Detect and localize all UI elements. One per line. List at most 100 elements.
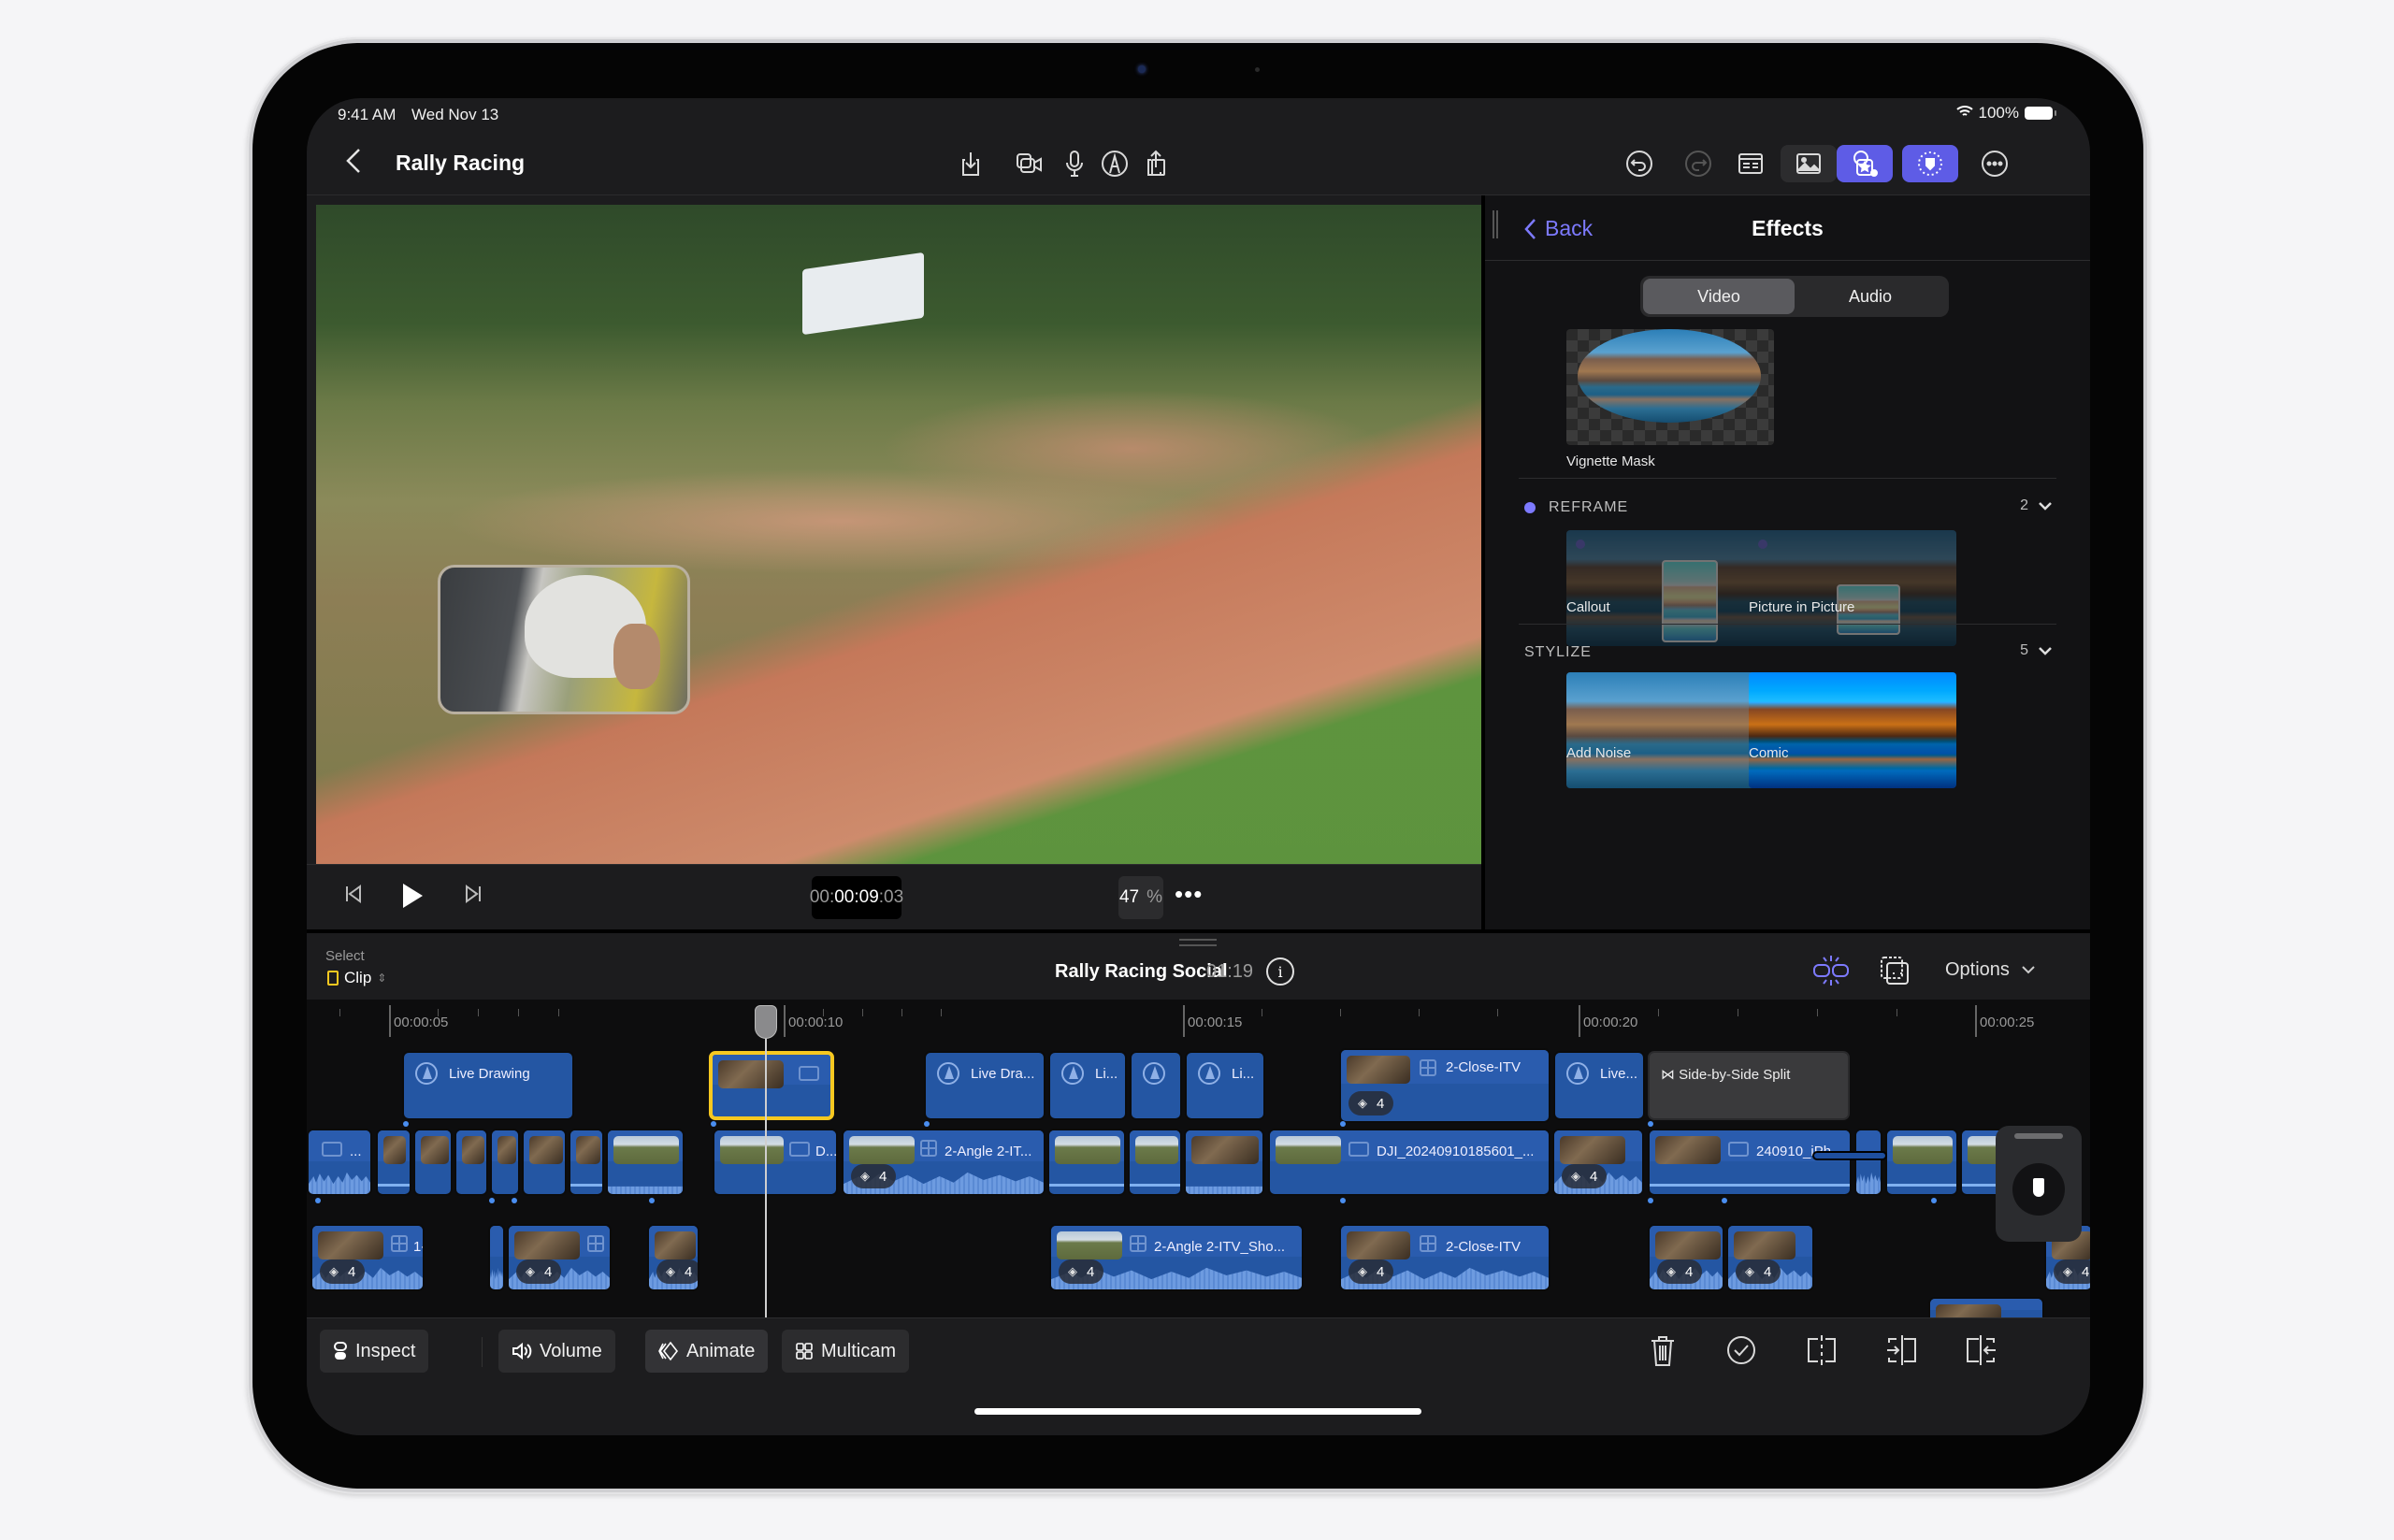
timeline-clip-multicam[interactable]: 4 (1726, 1224, 1814, 1291)
effect-thumb-callout[interactable] (1566, 530, 1774, 646)
effects-back-button[interactable]: Back (1524, 216, 1593, 241)
timeline[interactable]: 00:00:05 00:00:10 00:00:15 00:00:20 00:0… (307, 1000, 2090, 1317)
select-mode-picker[interactable]: Clip ⇕ (327, 969, 386, 987)
time-ruler[interactable]: 00:00:05 00:00:10 00:00:15 00:00:20 00:0… (307, 1000, 2090, 1042)
inspector-toggle[interactable] (1732, 145, 1769, 182)
section-reframe-toggle[interactable]: 2 (2020, 497, 2053, 514)
project-info-button[interactable]: i (1266, 957, 1294, 986)
timeline-clip-multicam[interactable]: 4 (1552, 1129, 1644, 1196)
camera-button[interactable] (1011, 145, 1048, 182)
timeline-clip[interactable] (376, 1129, 411, 1196)
voiceover-button[interactable] (1056, 145, 1093, 182)
effect-label: Callout (1566, 599, 1610, 615)
timeline-clip-multicam[interactable]: 4 (647, 1224, 699, 1291)
more-button[interactable] (1976, 145, 2013, 182)
tab-video[interactable]: Video (1643, 279, 1795, 314)
timeline-clip[interactable] (1047, 1129, 1126, 1196)
ruler-label: 00:00:15 (1188, 1015, 1243, 1030)
timeline-options-button[interactable]: Options (1945, 959, 2036, 981)
timeline-clip-multicam[interactable] (1928, 1297, 2044, 1317)
effect-thumb-picture-in-picture[interactable] (1749, 530, 1956, 646)
back-button[interactable] (344, 147, 372, 179)
section-reframe: REFRAME (1524, 499, 1628, 516)
play-button[interactable] (400, 882, 425, 915)
trim-start-button[interactable] (1883, 1331, 1921, 1369)
timecode-display[interactable]: 00: 00:09:03 (810, 876, 903, 919)
timeline-clip[interactable] (522, 1129, 567, 1196)
jog-dial[interactable] (2012, 1163, 2065, 1216)
skip-forward-button[interactable] (464, 884, 483, 910)
precision-editor-button[interactable] (1874, 954, 1915, 987)
timeline-clip[interactable] (1854, 1129, 1882, 1196)
timeline-clip[interactable] (490, 1129, 520, 1196)
timeline-clip[interactable]: D... (713, 1129, 838, 1196)
timeline-clip[interactable] (1128, 1129, 1182, 1196)
timeline-clip-multicam[interactable]: 1- 4 (310, 1224, 425, 1291)
trim-end-icon (1967, 1335, 1996, 1365)
timeline-clip-multicam-2-close-itv[interactable]: 2-Close-ITV 4 (1339, 1048, 1550, 1123)
live-drawing-button[interactable] (1096, 145, 1133, 182)
timeline-clip[interactable] (1885, 1129, 1958, 1196)
viewer-zoom-field[interactable]: 47 % (1118, 876, 1163, 919)
timeline-clip-live-drawing[interactable]: Li... (1185, 1051, 1265, 1120)
timeline-clip-live-drawing[interactable]: Li... (1048, 1051, 1127, 1120)
connection-point (315, 1198, 321, 1203)
redo-button[interactable] (1680, 145, 1717, 182)
timeline-clip-multicam[interactable]: 4 (1648, 1224, 1724, 1291)
delete-button[interactable] (1644, 1331, 1681, 1369)
timeline-clip[interactable] (488, 1224, 505, 1291)
timeline-clip-multicam-2-angle[interactable]: 2-Angle 2-IT... 4 (842, 1129, 1046, 1196)
jog-wheel-popover[interactable] (1996, 1126, 2082, 1242)
snapping-button[interactable] (1810, 954, 1852, 987)
live-drawing-icon (937, 1062, 959, 1085)
timeline-clip[interactable] (1184, 1129, 1264, 1196)
confirm-button[interactable] (1723, 1331, 1760, 1369)
effect-thumb-add-noise[interactable] (1566, 672, 1774, 788)
timeline-scroll-pill[interactable] (1812, 1151, 1887, 1160)
timeline-clip-live-drawing[interactable]: Live Dra... (924, 1051, 1046, 1120)
import-button[interactable] (952, 145, 989, 182)
timeline-clip[interactable] (606, 1129, 685, 1196)
timeline-clip-multicam-2-angle[interactable]: 2-Angle 2-ITV_Sho... 4 (1049, 1224, 1304, 1291)
bottom-toolbar: Inspect Volume Animate Multicam (307, 1317, 2090, 1435)
home-indicator[interactable] (974, 1408, 1421, 1415)
video-viewer[interactable] (316, 205, 1481, 864)
timeline-clip-live-drawing[interactable] (1130, 1051, 1182, 1120)
picture-in-picture-driver[interactable] (438, 565, 690, 714)
timeline-clip-live-drawing[interactable]: Live... (1553, 1051, 1645, 1120)
snapping-icon (1813, 956, 1849, 986)
timeline-clip-multicam[interactable]: 4 (507, 1224, 612, 1291)
trim-end-button[interactable] (1962, 1331, 1999, 1369)
speaker-icon (512, 1342, 532, 1360)
tab-audio[interactable]: Audio (1795, 279, 1946, 314)
multicam-button[interactable]: Multicam (782, 1330, 910, 1373)
share-button[interactable] (1137, 145, 1175, 182)
timeline-clip[interactable] (413, 1129, 453, 1196)
timeline-clip[interactable]: ... (307, 1129, 372, 1196)
photos-browser-button[interactable] (1781, 145, 1837, 182)
timeline-transition-side-by-side-split[interactable]: ⋈ Side-by-Side Split (1648, 1051, 1850, 1120)
timeline-clip-dji-drone[interactable]: DJI_20240910185601_... (1268, 1129, 1550, 1196)
undo-button[interactable] (1621, 145, 1658, 182)
skip-back-button[interactable] (344, 884, 363, 910)
timeline-clip-multicam-2-close-itv[interactable]: 2-Close-ITV 4 (1339, 1224, 1550, 1291)
timeline-clip-live-drawing[interactable]: Live Drawing (402, 1051, 574, 1120)
scene-removal-mask-button[interactable] (1902, 145, 1958, 182)
timeline-clip[interactable] (569, 1129, 604, 1196)
playhead-handle[interactable] (755, 1005, 777, 1039)
playhead[interactable] (755, 1005, 777, 1317)
timeline-clip-selected-pip[interactable] (709, 1051, 834, 1120)
live-drawing-icon (1061, 1062, 1084, 1085)
section-stylize-toggle[interactable]: 5 (2020, 642, 2053, 659)
inspect-button[interactable]: Inspect (320, 1330, 429, 1373)
effect-thumb-vignette-mask[interactable] (1566, 329, 1774, 445)
timeline-clip[interactable] (454, 1129, 488, 1196)
effect-thumb-comic[interactable] (1749, 672, 1956, 788)
timeline-resize-handle[interactable] (1179, 939, 1217, 946)
effects-browser-button[interactable] (1837, 145, 1893, 182)
split-button[interactable] (1803, 1331, 1840, 1369)
volume-button[interactable]: Volume (498, 1330, 615, 1373)
viewer-more-button[interactable]: ••• (1175, 880, 1203, 909)
animate-button[interactable]: Animate (645, 1330, 769, 1373)
timeline-clip-iphone[interactable]: 240910_iPh... (1648, 1129, 1852, 1196)
